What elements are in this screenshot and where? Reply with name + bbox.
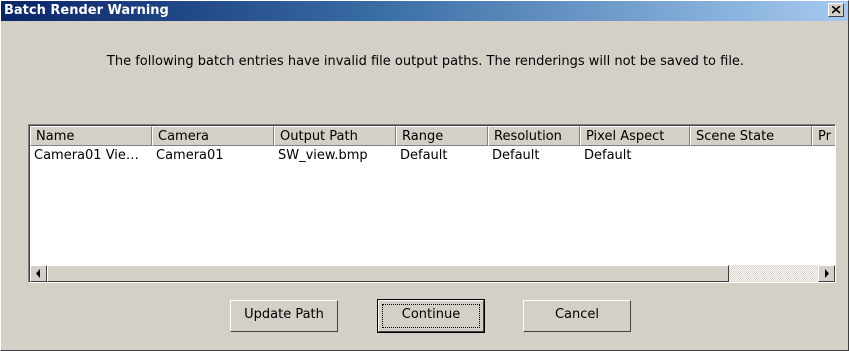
close-icon — [832, 6, 841, 14]
batch-entries-list[interactable]: Name Camera Output Path Range Resolution… — [28, 124, 836, 283]
scroll-thumb[interactable] — [47, 265, 729, 282]
continue-button-label: Continue — [401, 307, 461, 322]
warning-message: The following batch entries have invalid… — [106, 54, 745, 69]
column-header-output-path[interactable]: Output Path — [274, 126, 396, 146]
cancel-button[interactable]: Cancel — [523, 300, 631, 332]
continue-button[interactable]: Continue — [377, 299, 485, 333]
scroll-left-button[interactable] — [30, 265, 47, 282]
cell-resolution: Default — [492, 148, 540, 163]
column-header-resolution[interactable]: Resolution — [488, 126, 580, 146]
arrow-right-icon — [825, 269, 829, 278]
table-row[interactable]: Camera01 Vie… Camera01 SW_view.bmp Defau… — [30, 148, 835, 166]
arrow-left-icon — [36, 269, 40, 278]
column-header-pixel-aspect[interactable]: Pixel Aspect — [580, 126, 690, 146]
title-bar[interactable]: Batch Render Warning — [1, 1, 848, 21]
update-path-button[interactable]: Update Path — [230, 300, 338, 332]
column-header-camera[interactable]: Camera — [152, 126, 274, 146]
column-header-range[interactable]: Range — [396, 126, 488, 146]
cell-output-path: SW_view.bmp — [278, 148, 368, 163]
column-header-pr[interactable]: Pr — [812, 126, 835, 146]
cell-camera: Camera01 — [156, 148, 224, 163]
cell-pixel-aspect: Default — [584, 148, 632, 163]
horizontal-scrollbar[interactable] — [30, 265, 835, 282]
scroll-right-button[interactable] — [818, 265, 835, 282]
window-title: Batch Render Warning — [4, 3, 169, 18]
list-header: Name Camera Output Path Range Resolution… — [30, 126, 835, 146]
column-header-scene-state[interactable]: Scene State — [690, 126, 812, 146]
cell-name: Camera01 Vie… — [34, 148, 139, 163]
column-header-name[interactable]: Name — [30, 126, 152, 146]
batch-render-warning-dialog: Batch Render Warning The following batch… — [0, 0, 849, 351]
cell-pr — [812, 148, 835, 166]
cell-range: Default — [400, 148, 448, 163]
close-button[interactable] — [828, 3, 844, 17]
cell-scene-state — [690, 148, 812, 166]
